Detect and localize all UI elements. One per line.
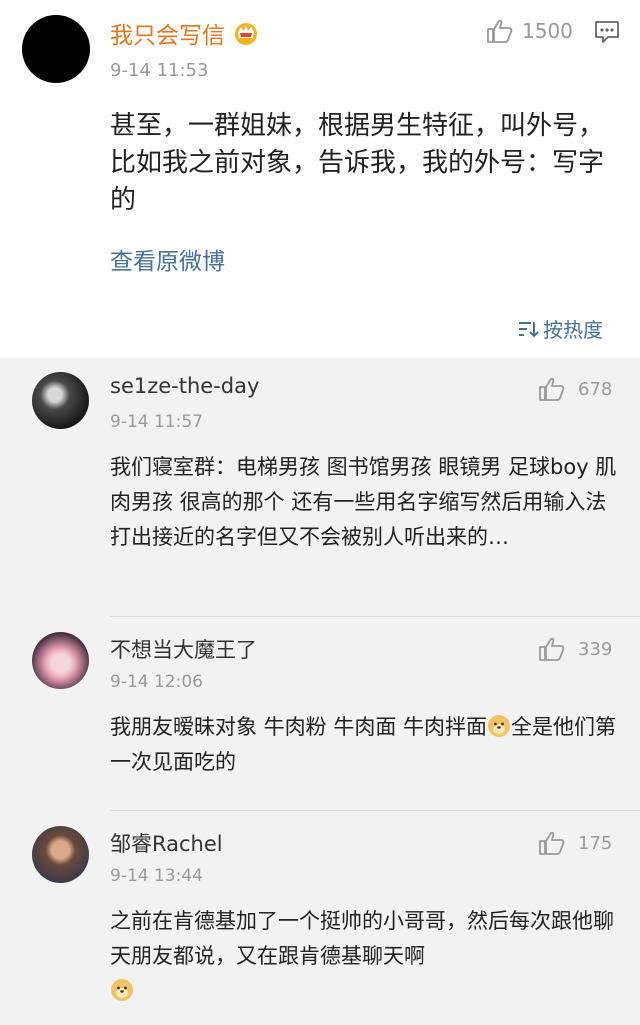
reply-avatar[interactable] (32, 632, 89, 689)
crown-badge-icon (235, 23, 257, 45)
doge-emoji-icon (488, 715, 511, 737)
reply-timestamp: 9-14 13:44 (110, 866, 203, 886)
sort-label: 按热度 (543, 318, 603, 342)
thumbs-up-icon (539, 831, 565, 855)
divider (110, 616, 640, 617)
reply-text: 我们寝室群：电梯男孩 图书馆男孩 眼镜男 足球boy 肌肉男孩 很高的那个 还有… (110, 455, 617, 549)
reply-avatar[interactable] (32, 826, 89, 883)
reply-text-part: 我朋友暧昧对象 牛肉粉 牛肉面 牛肉拌面 (110, 715, 488, 739)
reply-text: 我朋友暧昧对象 牛肉粉 牛肉面 牛肉拌面 全是他们第一次见面吃的 (110, 710, 620, 780)
thumbs-up-icon (539, 377, 565, 401)
reply-item: 邹睿Rachel 9-14 13:44 175 之前在肯德基加了一个挺帅的小哥哥… (0, 826, 640, 1025)
main-post-text: 甚至，一群姐妹，根据男生特征，叫外号，比如我之前对象，告诉我，我的外号：写字的 (110, 111, 605, 215)
reply-text-part: 之前在肯德基加了一个挺帅的小哥哥，然后每次跟他聊天朋友都说，又在跟肯德基聊天啊 (110, 909, 614, 968)
main-like-button[interactable]: 1500 (486, 18, 573, 44)
divider (110, 810, 640, 811)
main-timestamp: 9-14 11:53 (110, 60, 209, 81)
main-post: 我只会写信 9-14 11:53 1500 甚至，一群姐妹，根据男生特征，叫外号… (0, 0, 640, 358)
reply-timestamp: 9-14 12:06 (110, 672, 203, 692)
thumbs-up-icon (487, 19, 513, 43)
reply-like-count: 678 (578, 378, 613, 400)
reply-username[interactable]: 邹睿Rachel (110, 828, 223, 858)
reply-like-button[interactable]: 339 (538, 636, 612, 662)
doge-emoji-icon (111, 979, 133, 1001)
reply-item: 不想当大魔王了 9-14 12:06 339 我朋友暧昧对象 牛肉粉 牛肉面 牛… (0, 632, 640, 802)
reply-text: 之前在肯德基加了一个挺帅的小哥哥，然后每次跟他聊天朋友都说，又在跟肯德基聊天啊 (110, 904, 620, 1009)
reply-timestamp: 9-14 11:57 (110, 412, 203, 432)
reply-username[interactable]: 不想当大魔王了 (110, 634, 257, 664)
main-like-count: 1500 (522, 19, 573, 43)
reply-item: se1ze-the-day 9-14 11:57 678 我们寝室群：电梯男孩 … (0, 372, 640, 612)
reply-username[interactable]: se1ze-the-day (110, 374, 259, 398)
reply-like-count: 175 (578, 832, 613, 854)
comment-icon[interactable] (594, 20, 620, 44)
reply-avatar[interactable] (32, 372, 89, 429)
reply-like-button[interactable]: 175 (538, 830, 612, 856)
sort-icon (519, 321, 539, 337)
thumbs-up-icon (539, 637, 565, 661)
view-original-link[interactable]: 查看原微博 (110, 242, 225, 276)
reply-like-count: 339 (578, 638, 613, 660)
main-username[interactable]: 我只会写信 (110, 16, 261, 50)
reply-like-button[interactable]: 678 (538, 376, 612, 402)
main-avatar[interactable] (22, 15, 90, 83)
sort-by-hot-button[interactable]: 按热度 (517, 314, 603, 343)
main-username-text[interactable]: 我只会写信 (110, 23, 225, 49)
